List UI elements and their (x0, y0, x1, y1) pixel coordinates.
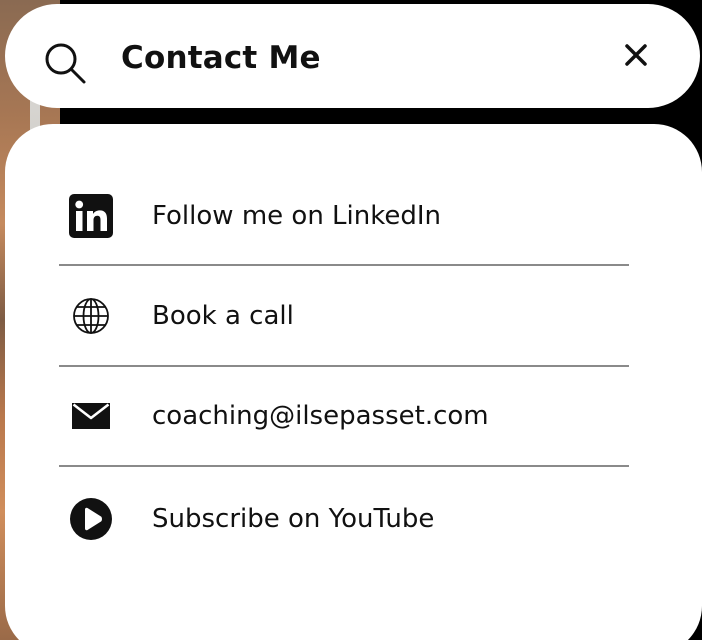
book-call-link-label: Book a call (152, 301, 294, 331)
youtube-link-label: Subscribe on YouTube (152, 504, 435, 534)
email-link-label: coaching@ilsepasset.com (152, 401, 489, 431)
close-icon (624, 43, 648, 71)
contact-panel: Follow me on LinkedIn Book a call coachi… (5, 124, 702, 640)
youtube-link[interactable]: Subscribe on YouTube (60, 469, 630, 569)
linkedin-icon (68, 193, 114, 239)
mail-icon (68, 393, 114, 439)
divider (59, 465, 629, 467)
play-icon (68, 496, 114, 542)
search-title: Contact Me (121, 40, 321, 76)
linkedin-link[interactable]: Follow me on LinkedIn (60, 166, 630, 266)
search-bar: Contact Me (5, 4, 700, 108)
close-button[interactable] (613, 34, 659, 80)
linkedin-link-label: Follow me on LinkedIn (152, 201, 442, 231)
book-call-link[interactable]: Book a call (60, 266, 630, 366)
email-link[interactable]: coaching@ilsepasset.com (60, 366, 630, 466)
search-icon (43, 41, 87, 85)
globe-icon (68, 293, 114, 339)
